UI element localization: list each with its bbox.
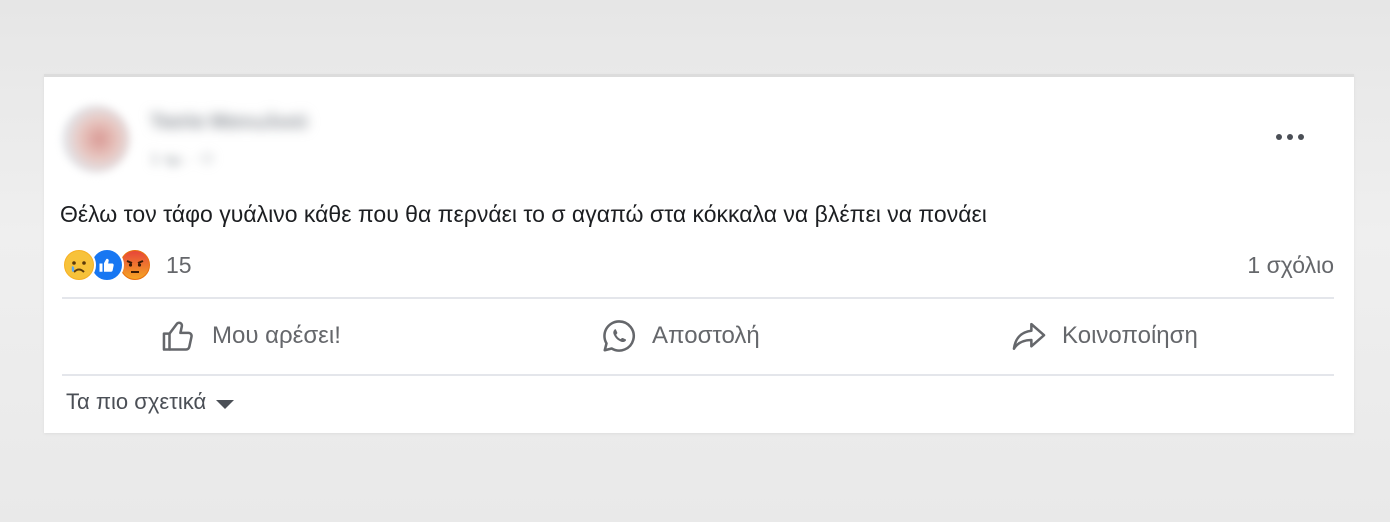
more-dot-icon [1276, 134, 1282, 140]
divider [62, 297, 1334, 299]
share-label: Κοινοποίηση [1062, 322, 1198, 349]
post-text: Θέλω τον τάφο γυάλινο κάθε που θα περνάε… [60, 201, 987, 227]
author-name[interactable]: Τασία Μανωλιού [150, 111, 362, 133]
divider [62, 374, 1334, 376]
share-arrow-icon [1012, 322, 1046, 350]
share-button[interactable]: Κοινοποίηση [1010, 305, 1198, 367]
author-avatar[interactable] [62, 105, 130, 173]
post-card: Τασία Μανωλιού 1 ημ. · ⚇ Θέλω τον τάφο γ… [44, 74, 1354, 433]
thumbs-up-icon [162, 321, 193, 351]
like-label: Μου αρέσει! [212, 322, 341, 349]
like-button[interactable]: Μου αρέσει! [160, 305, 341, 367]
comment-sort-dropdown[interactable]: Τα πιο σχετικά [66, 387, 235, 417]
send-button[interactable]: Αποστολή [600, 305, 760, 367]
comment-sort-label: Τα πιο σχετικά [66, 389, 207, 414]
post-timestamp[interactable]: 1 ημ. · ⚇ [150, 149, 260, 167]
reactions-summary[interactable]: 15 [62, 248, 192, 282]
more-dot-icon [1287, 134, 1293, 140]
more-dot-icon [1298, 134, 1304, 140]
sad-reaction-icon [62, 248, 96, 282]
send-label: Αποστολή [652, 322, 760, 349]
caret-down-icon [216, 399, 235, 409]
comment-count-link[interactable]: 1 σχόλιο [1247, 252, 1334, 279]
post-action-bar: Μου αρέσει! Αποστολή Κοινοποίηση [62, 305, 1334, 367]
more-options-button[interactable] [1270, 127, 1310, 147]
whatsapp-icon [603, 320, 635, 352]
reaction-count: 15 [166, 251, 192, 278]
